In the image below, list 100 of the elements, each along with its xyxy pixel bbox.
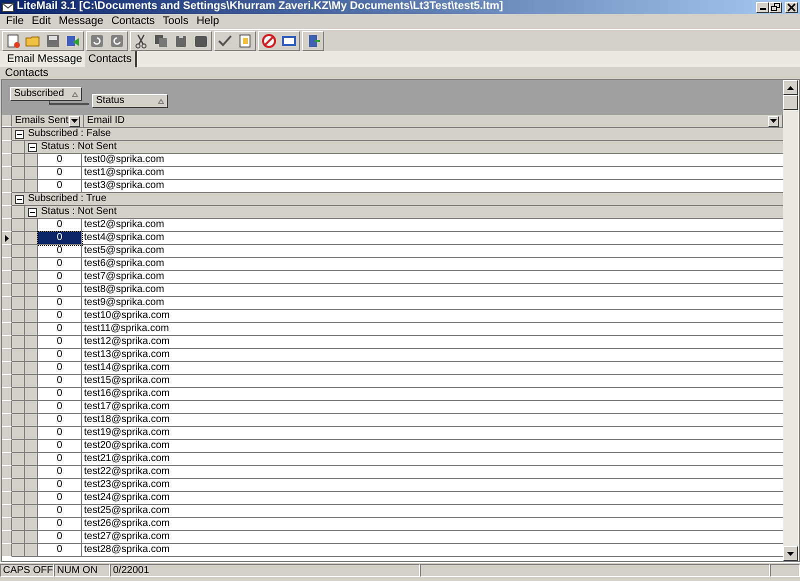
- group-row[interactable]: Subscribed : False: [12, 128, 783, 141]
- menu-item[interactable]: Help: [192, 14, 224, 29]
- indent-cell: [25, 297, 38, 310]
- floppy-icon[interactable]: [45, 33, 61, 49]
- dropdown-button[interactable]: [768, 116, 780, 126]
- indent-cell: [25, 245, 38, 258]
- scissors-icon[interactable]: [133, 33, 149, 49]
- minimize-button[interactable]: [756, 2, 770, 12]
- group-by-header[interactable]: Subscribed: [10, 87, 82, 101]
- status-text: NUM ON: [54, 564, 110, 577]
- prohibited-icon[interactable]: [261, 33, 277, 49]
- indent-cell: [12, 388, 25, 401]
- menu-item[interactable]: Tools: [158, 14, 192, 29]
- table-cell: test28@sprika.com: [82, 544, 783, 557]
- table-cell: test23@sprika.com: [82, 479, 783, 492]
- indent-cell: [25, 388, 38, 401]
- indent-cell: [12, 349, 25, 362]
- indent-cell: [25, 479, 38, 492]
- table-cell: test5@sprika.com: [82, 245, 783, 258]
- window-title: LiteMail 3.1 [C:\Documents and Settings\Khurram Zaveri.KZ\My Documents\Lt3Test\test5.ltm]: [16, 0, 504, 14]
- indent-cell: [25, 258, 38, 271]
- menu-item[interactable]: Edit: [28, 14, 55, 29]
- table-cell: 0: [38, 388, 82, 401]
- table-cell: 0: [38, 492, 82, 505]
- indent-cell: [25, 310, 38, 323]
- sort-arrow-icon: [158, 98, 164, 104]
- connector-line: [49, 101, 89, 105]
- checkmark-icon[interactable]: [217, 33, 233, 49]
- group-row[interactable]: Subscribed : True: [12, 193, 783, 206]
- indent-cell: [12, 206, 25, 219]
- collapse-button[interactable]: [28, 208, 37, 216]
- indent-cell: [25, 271, 38, 284]
- scroll-up-button[interactable]: [783, 80, 798, 95]
- table-cell: test15@sprika.com: [82, 375, 783, 388]
- square-icon[interactable]: [193, 33, 209, 49]
- scroll-down-button[interactable]: [783, 546, 798, 561]
- table-cell: test2@sprika.com: [82, 219, 783, 232]
- indent-cell: [12, 544, 25, 557]
- indent-cell: [25, 284, 38, 297]
- indent-cell: [12, 258, 25, 271]
- group-by-header[interactable]: Status: [92, 94, 168, 108]
- collapse-button[interactable]: [15, 194, 24, 204]
- table-cell: test13@sprika.com: [82, 349, 783, 362]
- menu-item[interactable]: Message: [54, 14, 108, 29]
- table-cell: test26@sprika.com: [82, 518, 783, 531]
- table-cell: test6@sprika.com: [82, 258, 783, 271]
- indent-cell: [12, 271, 25, 284]
- notepad-icon[interactable]: [237, 33, 253, 49]
- table-cell: 0: [38, 258, 82, 271]
- tab[interactable]: Email Message: [4, 51, 86, 67]
- indent-cell: [25, 167, 38, 180]
- table-cell: test9@sprika.com: [82, 297, 783, 310]
- column-header[interactable]: Email ID: [84, 115, 783, 127]
- table-cell: 0: [38, 375, 82, 388]
- menu-item[interactable]: Contacts: [107, 14, 159, 29]
- paste-icon[interactable]: [173, 33, 189, 49]
- indent-cell: [25, 453, 38, 466]
- collapse-button[interactable]: [28, 142, 37, 152]
- table-cell: test22@sprika.com: [82, 466, 783, 479]
- table-cell: 0: [38, 362, 82, 375]
- tab[interactable]: Contacts: [85, 51, 137, 67]
- group-row[interactable]: Status : Not Sent: [25, 141, 783, 154]
- minimize-icon: [760, 8, 766, 10]
- scrollbar-thumb[interactable]: [783, 95, 798, 110]
- table-cell: 0: [38, 414, 82, 427]
- table-cell: test24@sprika.com: [82, 492, 783, 505]
- table-cell: test12@sprika.com: [82, 336, 783, 349]
- send-icon[interactable]: [65, 33, 81, 49]
- dropdown-button[interactable]: [69, 116, 80, 126]
- indent-cell: [12, 453, 25, 466]
- down-arrow-icon: [787, 552, 794, 556]
- table-cell: 0: [38, 505, 82, 518]
- new-document-icon[interactable]: [5, 33, 21, 49]
- table-cell: 0: [38, 349, 82, 362]
- indent-cell: [12, 323, 25, 336]
- indent-cell: [12, 219, 25, 232]
- restore-button[interactable]: [769, 2, 782, 12]
- close-button[interactable]: [785, 2, 798, 12]
- id-card-icon[interactable]: [281, 33, 297, 49]
- table-cell: test14@sprika.com: [82, 362, 783, 375]
- table-cell: 0: [38, 440, 82, 453]
- group-row[interactable]: Status : Not Sent: [25, 206, 783, 219]
- copy-icon[interactable]: [153, 33, 169, 49]
- column-header[interactable]: Emails Sent: [12, 115, 84, 127]
- undo-icon[interactable]: [89, 33, 105, 49]
- collapse-button[interactable]: [15, 130, 24, 138]
- sort-arrow-icon: [72, 92, 78, 96]
- table-cell: 0: [38, 167, 82, 180]
- table-cell: 0: [38, 323, 82, 336]
- indent-cell: [25, 180, 38, 193]
- indent-cell: [25, 414, 38, 427]
- table-cell: 0: [38, 544, 82, 557]
- up-arrow-icon: [787, 86, 794, 90]
- menu-item[interactable]: File: [2, 14, 28, 29]
- table-cell: test7@sprika.com: [82, 271, 783, 284]
- table-cell: test19@sprika.com: [82, 427, 783, 440]
- indent-cell: [12, 440, 25, 453]
- redo-icon[interactable]: [109, 33, 125, 49]
- envelope-icon: [2, 2, 14, 12]
- caret-icon: [71, 119, 78, 123]
